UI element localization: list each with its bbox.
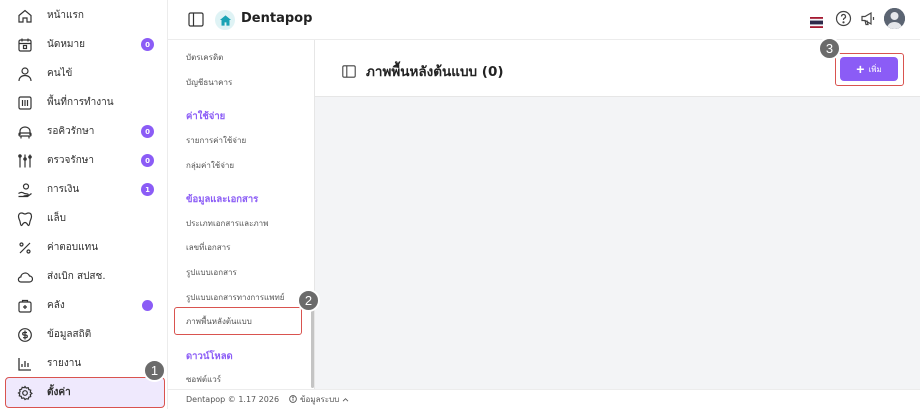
sidebar-item-label: ตั้งค่า xyxy=(47,387,71,398)
avatar[interactable] xyxy=(884,8,905,29)
info-icon xyxy=(289,394,297,405)
submenu-item-bank-account[interactable]: บัญชีธนาคาร xyxy=(186,76,232,89)
sidebar-item-label: หน้าแรก xyxy=(47,10,84,21)
sidebar-item-label: การเงิน xyxy=(47,184,80,195)
sidebar-item-appointments[interactable]: นัดหมาย 0 xyxy=(6,30,164,59)
sidebar-item-label: แล็บ xyxy=(47,213,66,224)
sidebar-item-statistics[interactable]: ข้อมูลสถิติ xyxy=(6,320,164,349)
sidebar-item-label: ค่าตอบแทน xyxy=(47,242,99,253)
submenu-item-expense-list[interactable]: รายการค่าใช้จ่าย xyxy=(186,134,246,147)
step-marker-2: 2 xyxy=(297,289,320,312)
sidebar-item-treatment[interactable]: ตรวจรักษา 0 xyxy=(6,146,164,175)
sidebar-item-workspace[interactable]: พื้นที่การทำงาน xyxy=(6,88,164,117)
chevron-up-icon xyxy=(342,395,349,404)
submenu-item-expense-group[interactable]: กลุ่มค่าใช้จ่าย xyxy=(186,159,234,172)
sidebar-item-settings[interactable]: ตั้งค่า xyxy=(5,377,165,408)
percent-icon xyxy=(17,240,33,256)
add-button[interactable]: + เพิ่ม xyxy=(840,57,898,81)
top-header: Dentapop xyxy=(168,0,920,40)
cloud-icon xyxy=(17,269,33,285)
submenu-item-medical-templates[interactable]: รูปแบบเอกสารทางการแพทย์ xyxy=(186,291,284,304)
count-badge: 0 xyxy=(141,154,154,167)
add-button-highlight: + เพิ่ม xyxy=(835,53,904,86)
add-button-label: เพิ่ม xyxy=(868,64,882,74)
page-title: ภาพพื้นหลังต้นแบบ (0) xyxy=(366,64,504,80)
count-badge: 0 xyxy=(141,38,154,51)
sidebar-item-inventory[interactable]: คลัง xyxy=(6,291,164,320)
sidebar-toggle-icon[interactable] xyxy=(188,12,204,27)
submenu-section-docs: ข้อมูลและเอกสาร xyxy=(186,194,259,205)
submenu-section-expense: ค่าใช้จ่าย xyxy=(186,111,226,122)
calendar-icon xyxy=(17,37,33,53)
sidebar-item-claims[interactable]: ส่งเบิก สปสช. xyxy=(6,262,164,291)
brand-name: Dentapop xyxy=(241,11,313,26)
sidebar-item-label: คนไข้ xyxy=(47,68,73,79)
gear-icon xyxy=(17,384,33,401)
sidebar-item-label: นัดหมาย xyxy=(47,39,85,50)
help-icon[interactable] xyxy=(835,10,852,27)
sidebar-item-finance[interactable]: การเงิน 1 xyxy=(6,175,164,204)
submenu-item-credit-card[interactable]: บัตรเครดิต xyxy=(186,51,223,64)
step-marker-1: 1 xyxy=(143,359,166,382)
submenu-item-doc-numbers[interactable]: เลขที่เอกสาร xyxy=(186,241,230,254)
stats-icon xyxy=(17,327,33,343)
submenu-item-doc-types[interactable]: ประเภทเอกสารและภาพ xyxy=(186,217,268,230)
system-info-label: ข้อมูลระบบ xyxy=(300,395,340,404)
plus-icon: + xyxy=(856,61,865,77)
sidebar-item-compensation[interactable]: ค่าตอบแทน xyxy=(6,233,164,262)
user-icon xyxy=(17,66,33,82)
submenu-section-download: ดาวน์โหลด xyxy=(186,351,233,362)
sidebar-item-label: ข้อมูลสถิติ xyxy=(47,329,92,340)
count-badge: 0 xyxy=(141,125,154,138)
megaphone-icon[interactable] xyxy=(860,10,877,27)
tooth-icon xyxy=(17,211,33,227)
workspace-icon xyxy=(17,95,33,111)
sidebar-item-label: รอคิวรักษา xyxy=(47,126,95,137)
brand-logo-icon xyxy=(215,10,235,30)
sidebar-item-home[interactable]: หน้าแรก xyxy=(6,1,164,30)
submenu-item-software[interactable]: ซอฟต์แวร์ xyxy=(186,373,221,386)
footer-copyright: Dentapop © 1.17 2026 xyxy=(186,395,280,404)
sidebar-item-reports[interactable]: รายงาน xyxy=(6,349,164,378)
home-icon xyxy=(17,8,33,24)
settings-submenu: บัตรเครดิต บัญชีธนาคาร ค่าใช้จ่าย รายการ… xyxy=(168,40,315,389)
sidebar-item-label: คลัง xyxy=(47,300,65,311)
tools-icon xyxy=(17,153,33,169)
sidebar-item-label: พื้นที่การทำงาน xyxy=(47,97,114,108)
sidebar-item-label: ตรวจรักษา xyxy=(47,155,94,166)
count-badge: 1 xyxy=(141,183,154,196)
step-marker-3: 3 xyxy=(818,37,841,60)
report-icon xyxy=(17,356,33,372)
chair-icon xyxy=(17,124,33,140)
sidebar-item-lab[interactable]: แล็บ xyxy=(6,204,164,233)
sidebar-item-label: ส่งเบิก สปสช. xyxy=(47,271,106,282)
submenu-item-doc-templates[interactable]: รูปแบบเอกสาร xyxy=(186,266,237,279)
footer: Dentapop © 1.17 2026 ข้อมูลระบบ xyxy=(168,389,920,409)
main-sidebar: หน้าแรก นัดหมาย 0 คนไข้ พื้นที่การทำงาน … xyxy=(0,0,168,409)
main-content: ภาพพื้นหลังต้นแบบ (0) + เพิ่ม xyxy=(315,40,920,389)
submenu-item-background-templates[interactable]: ภาพพื้นหลังต้นแบบ xyxy=(174,307,302,335)
thai-flag-icon[interactable] xyxy=(810,13,823,28)
finance-icon xyxy=(17,182,33,198)
system-info-link[interactable]: ข้อมูลระบบ xyxy=(289,393,349,406)
status-dot xyxy=(142,300,153,311)
sidebar-item-patients[interactable]: คนไข้ xyxy=(6,59,164,88)
inventory-icon xyxy=(17,298,33,314)
sidebar-item-queue[interactable]: รอคิวรักษา 0 xyxy=(6,117,164,146)
panel-icon xyxy=(342,63,356,78)
